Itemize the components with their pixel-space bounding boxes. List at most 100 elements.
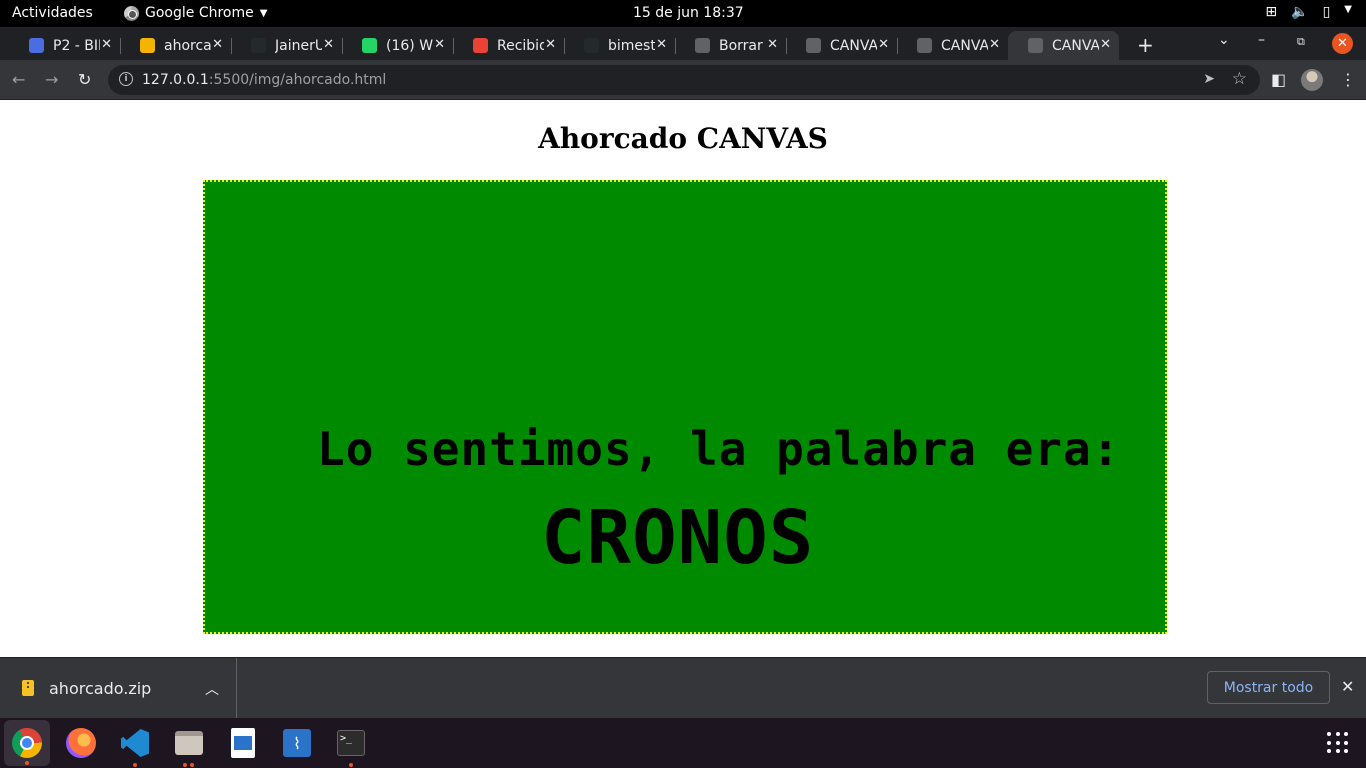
gnome-top-bar: Actividades Google Chrome ▼ 15 de jun 18… [0, 0, 1366, 27]
chevron-up-icon[interactable]: ︿ [205, 679, 219, 699]
tab-close-icon[interactable]: ✕ [434, 37, 445, 52]
dock-firefox[interactable] [63, 725, 99, 761]
tab-close-icon[interactable]: ✕ [101, 37, 112, 52]
dock-writer[interactable] [225, 725, 261, 761]
github-icon [584, 38, 599, 53]
tab-close-icon[interactable]: ✕ [323, 37, 334, 52]
download-bar: ahorcado.zip ︿ Mostrar todo ✕ [0, 657, 1366, 719]
secret-word: CRONOS [541, 495, 815, 581]
dock-terminal[interactable]: >_ [333, 725, 369, 767]
globe-icon [1028, 38, 1043, 53]
chevron-down-icon: ▼ [259, 7, 268, 19]
tab-title: P2 - BIM [53, 37, 100, 54]
github-icon [251, 38, 266, 53]
url-text[interactable]: 127.0.0.1:5500/img/ahorcado.html [142, 72, 386, 88]
chrome-icon [124, 5, 139, 21]
game-over-message: Lo sentimos, la palabra era: [317, 422, 1121, 476]
volume-icon: 🔈 [1291, 4, 1309, 20]
tab-close-icon[interactable]: ✕ [545, 37, 556, 52]
page-content: Ahorcado CANVAS Lo sentimos, la palabra … [0, 100, 1366, 657]
send-to-devices-icon[interactable]: ➤ [1203, 71, 1215, 87]
app-menu-label: Google Chrome [145, 5, 254, 21]
tab[interactable]: CANVA ✕ [1008, 31, 1119, 60]
tab[interactable]: bimest ✕ [564, 31, 676, 60]
globe-icon [806, 38, 821, 53]
tab-title: ahorcado [164, 37, 211, 54]
tab-strip: P2 - BIM✕ahorcado✕JainerU✕(16) Wh✕Recibi… [0, 27, 1366, 60]
tab[interactable]: JainerU ✕ [231, 31, 343, 60]
running-indicator [349, 763, 353, 767]
restore-icon[interactable]: ⧉ [1297, 35, 1305, 49]
dock-system-monitor[interactable]: ⌇ [279, 725, 315, 761]
profile-avatar[interactable] [1301, 69, 1323, 91]
reload-icon[interactable]: ↻ [78, 70, 91, 89]
network-icon: ⊞ [1265, 4, 1278, 20]
zip-file-icon [22, 680, 34, 696]
page-title: Ahorcado CANVAS [538, 122, 828, 155]
tab-title: (16) Wh [386, 37, 433, 54]
show-all-button[interactable]: Mostrar todo [1207, 671, 1330, 704]
tab[interactable]: Recibid ✕ [453, 31, 565, 60]
google-classroom-icon [29, 38, 44, 53]
download-file-name: ahorcado.zip [49, 679, 152, 698]
tab[interactable]: CANVA ✕ [897, 31, 1008, 60]
forward-icon[interactable]: → [45, 70, 58, 89]
tab-title: CANVA [1052, 37, 1099, 54]
chrome-icon [12, 728, 42, 758]
show-applications-icon[interactable] [1327, 732, 1349, 754]
tab-close-icon[interactable]: ✕ [767, 37, 778, 52]
files-icon [175, 731, 203, 755]
tab-search-icon[interactable]: ⌄ [1218, 32, 1230, 48]
tab-close-icon[interactable]: ✕ [656, 37, 667, 52]
running-indicator [190, 763, 194, 767]
battery-icon: ▯ [1322, 4, 1331, 20]
tab[interactable]: (16) Wh✕ [342, 31, 454, 60]
app-menu[interactable]: Google Chrome ▼ [124, 5, 267, 21]
tab-title: Borrar [719, 37, 763, 54]
writer-icon [231, 728, 255, 758]
running-indicator [25, 761, 29, 765]
clock[interactable]: 15 de jun 18:37 [633, 5, 744, 21]
google-drive-icon [140, 38, 155, 53]
side-panel-icon[interactable]: ◧ [1271, 70, 1286, 89]
vscode-icon [121, 729, 149, 757]
globe-icon [695, 38, 710, 53]
gmail-icon [473, 38, 488, 53]
bookmark-star-icon[interactable]: ☆ [1232, 69, 1247, 89]
tab[interactable]: ahorcado✕ [120, 31, 232, 60]
dock-chrome[interactable] [4, 720, 50, 766]
tab-title: JainerU [275, 37, 322, 54]
whatsapp-icon [362, 38, 377, 53]
system-monitor-icon: ⌇ [283, 729, 311, 757]
tab-title: CANVA [941, 37, 988, 54]
back-icon[interactable]: ← [12, 70, 25, 89]
ubuntu-dock: ⌇ >_ [0, 718, 1366, 768]
running-indicator [183, 763, 187, 767]
tab-close-icon[interactable]: ✕ [212, 37, 223, 52]
new-tab-button[interactable]: + [1137, 33, 1154, 57]
tab[interactable]: CANVA ✕ [786, 31, 898, 60]
activities-button[interactable]: Actividades [12, 5, 93, 21]
tab-title: bimest [608, 37, 655, 54]
dock-vscode[interactable] [117, 725, 153, 767]
address-bar[interactable]: i 127.0.0.1:5500/img/ahorcado.html ➤ ☆ [108, 65, 1260, 95]
tab-title: Recibid [497, 37, 544, 54]
system-tray[interactable]: ⊞ 🔈 ▯ ▼ [1265, 4, 1352, 20]
tab-close-icon[interactable]: ✕ [1100, 37, 1111, 52]
site-info-icon[interactable]: i [119, 72, 133, 86]
tab[interactable]: P2 - BIM✕ [9, 31, 121, 60]
browser-toolbar: ← → ↻ i 127.0.0.1:5500/img/ahorcado.html… [0, 60, 1366, 100]
download-item[interactable]: ahorcado.zip ︿ [0, 658, 237, 719]
tab-close-icon[interactable]: ✕ [878, 37, 889, 52]
tab-title: CANVA [830, 37, 877, 54]
close-icon[interactable]: ✕ [1341, 677, 1354, 696]
globe-icon [917, 38, 932, 53]
minimize-icon[interactable]: – [1258, 32, 1265, 48]
terminal-icon: >_ [337, 730, 365, 756]
hangman-canvas: Lo sentimos, la palabra era: CRONOS [203, 180, 1167, 634]
dock-files[interactable] [171, 725, 207, 767]
menu-kebab-icon[interactable]: ⋮ [1340, 70, 1356, 89]
tab[interactable]: Borrar ✕ [675, 31, 787, 60]
window-close-button[interactable]: ✕ [1332, 33, 1353, 54]
tab-close-icon[interactable]: ✕ [989, 37, 1000, 52]
